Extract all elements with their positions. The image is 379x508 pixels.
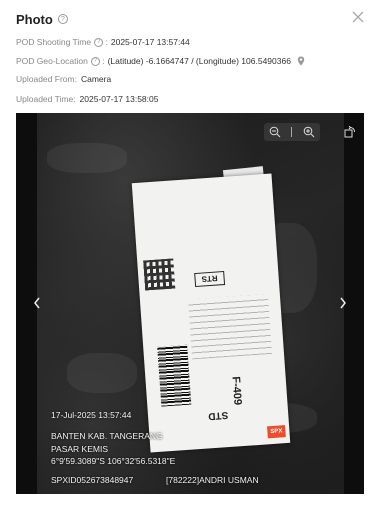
question-circle-icon[interactable]: ? (57, 14, 68, 24)
photo-dialog: Photo ? POD Shooting Time ? : 2025-07-17… (0, 0, 379, 508)
rts-badge: RTS (194, 270, 226, 288)
uploaded-from-label: Uploaded From: (16, 74, 77, 84)
shooting-time-label: POD Shooting Time (16, 37, 92, 47)
photo-courier: [782222]ANDRI USMAN (166, 475, 259, 485)
photo-coords: 6°9'59.3089"S 106°32'56.5318"E (51, 456, 176, 466)
rotate-icon[interactable] (344, 126, 356, 138)
label-text (188, 293, 272, 360)
photo-timestamp: 17-Jul-2025 13:57:44 (51, 410, 132, 420)
uploaded-time-value: 2025-07-17 13:58:05 (79, 94, 159, 104)
geo-location-row: POD Geo-Location ? : (Latitude) -6.16647… (16, 56, 305, 66)
shipping-label: RTS F-409 STD SPX (131, 173, 291, 453)
photo-tracking: SPXID052673848947 (51, 475, 134, 485)
question-circle-icon[interactable]: ? (94, 37, 104, 47)
sort-code: F-409 (229, 376, 244, 406)
uploaded-time-label: Uploaded Time: (16, 94, 76, 104)
geo-location-label: POD Geo-Location (16, 56, 88, 66)
image-viewer[interactable]: RTS F-409 STD SPX 17-Jul-2025 13:57:44 B… (16, 113, 364, 494)
service-type: STD (207, 409, 229, 422)
geo-location-value: (Latitude) -6.1664747 / (Longitude) 106.… (107, 56, 291, 66)
map-pin-icon[interactable] (297, 56, 305, 66)
uploaded-from-row: Uploaded From: Camera (16, 74, 111, 84)
separator: : (99, 56, 105, 66)
close-icon[interactable] (351, 10, 365, 24)
barcode (157, 344, 192, 407)
spx-logo: SPX (267, 425, 286, 439)
chevron-right-icon[interactable] (337, 295, 349, 311)
zoom-divider (291, 127, 293, 137)
shooting-time-value: 2025-07-17 13:57:44 (110, 37, 190, 47)
qr-code (143, 258, 176, 291)
question-circle-icon[interactable]: ? (90, 56, 100, 66)
separator: : (103, 37, 108, 47)
uploaded-time-row: Uploaded Time: 2025-07-17 13:58:05 (16, 94, 158, 104)
photo-address-line1: BANTEN KAB. TANGERANG (51, 431, 163, 441)
zoom-out-icon[interactable] (269, 126, 281, 138)
dialog-title: Photo (16, 11, 53, 27)
shooting-time-row: POD Shooting Time ? : 2025-07-17 13:57:4… (16, 37, 190, 47)
zoom-controls (264, 123, 320, 141)
uploaded-from-value: Camera (80, 74, 112, 84)
photo-address-line2: PASAR KEMIS (51, 444, 108, 454)
zoom-in-icon[interactable] (303, 126, 315, 138)
dialog-header: Photo ? (16, 10, 68, 28)
chevron-left-icon[interactable] (31, 295, 43, 311)
